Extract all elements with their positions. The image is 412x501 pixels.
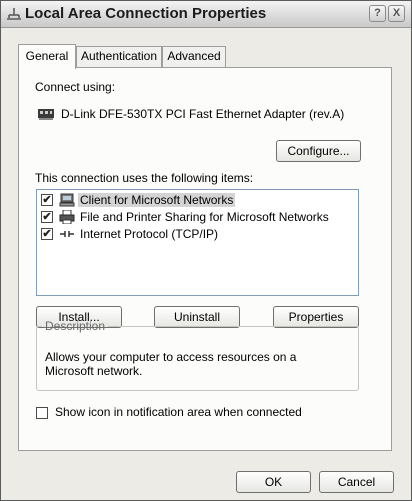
- configure-button[interactable]: Configure...: [276, 140, 361, 162]
- item-checkbox[interactable]: ✔: [41, 228, 53, 240]
- window-title: Local Area Connection Properties: [25, 5, 267, 22]
- network-connection-icon: [7, 8, 21, 20]
- adapter-name: D-Link DFE-530TX PCI Fast Ethernet Adapt…: [61, 107, 345, 121]
- show-icon-checkbox[interactable]: [36, 407, 48, 419]
- item-checkbox[interactable]: ✔: [41, 211, 53, 223]
- description-group: Description Allows your computer to acce…: [36, 319, 359, 391]
- connection-items-label: This connection uses the following items…: [35, 171, 254, 185]
- help-button[interactable]: ?: [369, 5, 386, 22]
- close-button[interactable]: X: [388, 5, 405, 22]
- network-client-icon: [59, 193, 75, 207]
- description-legend: Description: [45, 319, 106, 333]
- connect-using-label: Connect using:: [35, 80, 116, 94]
- protocol-icon: [60, 231, 74, 237]
- tab-general[interactable]: General: [18, 44, 76, 69]
- item-label: Client for Microsoft Networks: [78, 193, 236, 207]
- general-tab-panel: Connect using: D-Link DFE-530TX PCI Fast…: [18, 67, 392, 451]
- item-label: File and Printer Sharing for Microsoft N…: [80, 210, 329, 224]
- ok-button[interactable]: OK: [236, 471, 311, 493]
- cancel-button[interactable]: Cancel: [319, 471, 394, 493]
- title-bar[interactable]: Local Area Connection Properties ? X: [1, 1, 411, 28]
- network-adapter-icon: [38, 109, 54, 120]
- show-icon-label: Show icon in notification area when conn…: [55, 405, 302, 419]
- item-checkbox[interactable]: ✔: [41, 194, 53, 206]
- properties-dialog: Local Area Connection Properties ? X Gen…: [0, 0, 412, 501]
- tab-advanced[interactable]: Advanced: [162, 46, 226, 67]
- item-label: Internet Protocol (TCP/IP): [80, 227, 219, 241]
- tab-authentication[interactable]: Authentication: [76, 46, 162, 67]
- description-text: Allows your computer to access resources…: [45, 350, 297, 378]
- printer-icon: [59, 210, 75, 224]
- connection-items-list[interactable]: ✔ Client for Microsoft Networks ✔ File a…: [36, 189, 359, 296]
